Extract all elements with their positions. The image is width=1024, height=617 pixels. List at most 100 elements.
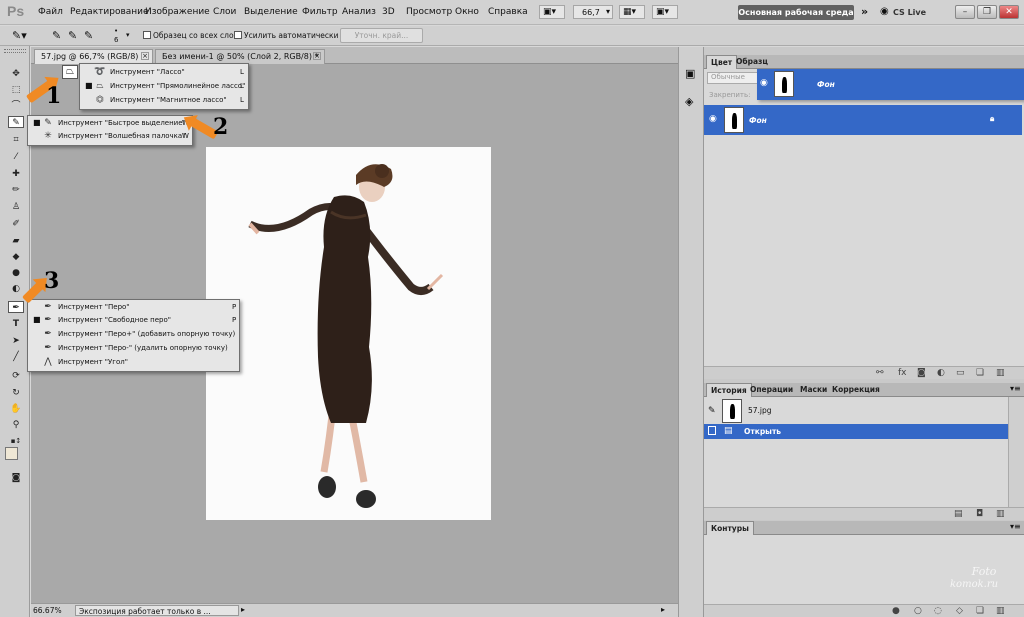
dodge-tool-icon[interactable]: ◐ xyxy=(9,283,23,295)
flyout-item-delete-anchor[interactable]: ✒ Инструмент "Перо-" (удалить опорную то… xyxy=(28,343,241,356)
eraser-tool-icon[interactable]: ▰ xyxy=(9,235,23,247)
history-brush-tool-icon[interactable]: ✐ xyxy=(9,218,23,230)
quick-selection-preset-icon[interactable]: ✎▾ xyxy=(12,29,27,42)
history-brush-source-icon[interactable]: ✎ xyxy=(708,406,716,416)
menu-window[interactable]: Окно xyxy=(455,7,479,17)
hand-tool-icon[interactable]: ✋ xyxy=(9,403,23,415)
panel-menu-icon[interactable]: ▾≡ xyxy=(1010,522,1021,531)
brush-size-chevron-icon[interactable]: ▾ xyxy=(126,31,130,39)
auto-enhance-checkbox[interactable] xyxy=(234,31,242,39)
3d-rotate-tool-icon[interactable]: ⟳ xyxy=(9,370,23,382)
layer-style-icon[interactable]: fx xyxy=(898,368,907,378)
brush-size-value[interactable]: 6 xyxy=(114,36,118,44)
type-tool-icon[interactable]: T xyxy=(9,318,23,330)
snapshot-name[interactable]: 57.jpg xyxy=(748,406,772,415)
tab-history[interactable]: История xyxy=(706,383,752,397)
layer-row-background[interactable]: ◉ Фон 🔒︎ xyxy=(704,105,1022,135)
menu-help[interactable]: Справка xyxy=(488,7,528,17)
menu-image[interactable]: Изображение xyxy=(145,7,210,17)
zoom-tool-icon[interactable]: ⚲ xyxy=(9,419,23,431)
minimize-button[interactable]: – xyxy=(955,5,975,19)
tab-adjustments[interactable]: Коррекция xyxy=(828,383,884,397)
flyout-item-freeform-pen[interactable]: ■ ✒ Инструмент "Свободное перо" P xyxy=(28,315,241,328)
tab-untitled-1[interactable]: Без имени-1 @ 50% (Слой 2, RGB/8) * × xyxy=(155,49,325,64)
menu-layers[interactable]: Слои xyxy=(213,7,236,17)
tab-actions[interactable]: Операции xyxy=(746,383,797,397)
flyout-item-add-anchor[interactable]: ✒ Инструмент "Перо+" (добавить опорную т… xyxy=(28,329,241,342)
tab-57-jpg[interactable]: 57.jpg @ 66,7% (RGB/8) × xyxy=(34,49,153,64)
view-extras-dropdown[interactable]: ▣▾ xyxy=(652,5,678,19)
line-tool-icon[interactable]: ╱ xyxy=(9,351,23,363)
blur-tool-icon[interactable]: ● xyxy=(9,267,23,279)
marquee-tool-icon[interactable]: ⬚ xyxy=(9,84,23,96)
eye-icon[interactable]: ◉ xyxy=(709,114,717,124)
menu-3d[interactable]: 3D xyxy=(382,7,395,17)
tab-paths[interactable]: Контуры xyxy=(706,521,754,535)
sample-all-layers-checkbox[interactable] xyxy=(143,31,151,39)
trash-icon[interactable]: ▥ xyxy=(996,509,1005,519)
history-scrollbar[interactable] xyxy=(1008,397,1024,507)
3d-orbit-tool-icon[interactable]: ↻ xyxy=(9,387,23,399)
group-icon[interactable]: ▭ xyxy=(956,368,965,378)
flyout-item-lasso[interactable]: ➰ Инструмент "Лассо" L xyxy=(80,67,250,80)
default-colors-icon[interactable]: ▪↕ xyxy=(9,435,23,447)
pen-tool-icon[interactable]: ✒ xyxy=(8,301,24,313)
arrange-documents-dropdown[interactable]: ▦▾ xyxy=(619,5,645,19)
tab-masks[interactable]: Маски xyxy=(796,383,831,397)
screen-mode-dropdown[interactable]: ▣▾ xyxy=(539,5,565,19)
new-selection-icon[interactable]: ✎ xyxy=(52,29,61,42)
eye-icon[interactable]: ◉ xyxy=(760,78,768,88)
new-path-icon[interactable]: ❏ xyxy=(976,606,984,616)
fill-path-icon[interactable]: ● xyxy=(892,606,900,616)
document-image[interactable] xyxy=(206,147,491,520)
healing-brush-tool-icon[interactable]: ✚ xyxy=(9,168,23,180)
tab-swatches[interactable]: Образц xyxy=(732,55,772,69)
menu-view[interactable]: Просмотр xyxy=(406,7,452,17)
link-layers-icon[interactable]: ⚯ xyxy=(876,368,884,378)
trash-icon[interactable]: ▥ xyxy=(996,606,1005,616)
expand-workspaces-icon[interactable]: » xyxy=(861,5,868,18)
zoom-level-dropdown[interactable]: 66,7 ▾ xyxy=(573,5,613,19)
flyout-item-polygonal-lasso[interactable]: ■ ⏢ Инструмент "Прямолинейное лассо" L xyxy=(80,81,250,94)
lasso-tool-icon[interactable]: ⌒ xyxy=(9,100,23,112)
dragged-layer-row[interactable]: ◉ Фон xyxy=(757,69,1024,100)
status-menu-arrow-icon[interactable]: ▸ xyxy=(241,605,245,614)
trash-icon[interactable]: ▥ xyxy=(996,368,1005,378)
flyout-item-convert-point[interactable]: ⋀ Инструмент "Угол" xyxy=(28,357,241,370)
toolbar-grip[interactable] xyxy=(4,49,26,53)
menu-file[interactable]: Файл xyxy=(38,7,63,17)
close-tab-icon[interactable]: × xyxy=(141,52,149,60)
scroll-right-icon[interactable]: ▸ xyxy=(661,605,665,614)
crop-tool-icon[interactable]: ⌗ xyxy=(9,134,23,146)
foreground-color-swatch[interactable] xyxy=(5,447,18,460)
make-work-path-icon[interactable]: ◇ xyxy=(956,606,963,616)
new-layer-icon[interactable]: ❏ xyxy=(976,368,984,378)
workspace-button[interactable]: Основная рабочая среда xyxy=(738,5,854,20)
paint-bucket-tool-icon[interactable]: ◆ xyxy=(9,251,23,263)
layer-mask-icon[interactable]: ◙ xyxy=(917,368,926,378)
adjustment-layer-icon[interactable]: ◐ xyxy=(937,368,945,378)
stroke-path-icon[interactable]: ○ xyxy=(914,606,922,616)
eyedropper-tool-icon[interactable]: ⁄ xyxy=(9,151,23,163)
close-button[interactable]: ✕ xyxy=(999,5,1019,19)
menu-analysis[interactable]: Анализ xyxy=(342,7,376,17)
menu-filter[interactable]: Фильтр xyxy=(302,7,338,17)
new-document-from-state-icon[interactable]: ▤ xyxy=(954,509,963,519)
3d-panel-icon[interactable]: ◈ xyxy=(685,95,693,108)
lasso-flyout-trigger-icon[interactable]: ⏢ xyxy=(62,65,78,79)
move-tool-icon[interactable]: ✥ xyxy=(9,68,23,80)
status-zoom[interactable]: 66.67% xyxy=(33,606,62,615)
quick-mask-icon[interactable]: ◙ xyxy=(9,472,23,484)
brush-tool-icon[interactable]: ✏ xyxy=(9,184,23,196)
navigator-panel-icon[interactable]: ▣ xyxy=(685,67,695,80)
quick-selection-tool-icon[interactable]: ✎ xyxy=(8,116,24,128)
flyout-item-magnetic-lasso[interactable]: ⏣ Инструмент "Магнитное лассо" L xyxy=(80,95,250,108)
flyout-item-pen[interactable]: ✒ Инструмент "Перо" P xyxy=(28,302,241,315)
clone-stamp-tool-icon[interactable]: ♙ xyxy=(9,201,23,213)
snapshot-icon[interactable]: ◘ xyxy=(976,509,983,519)
panel-menu-icon[interactable]: ▾≡ xyxy=(1010,384,1021,393)
load-selection-icon[interactable]: ◌ xyxy=(934,606,942,616)
subtract-selection-icon[interactable]: ✎ xyxy=(84,29,93,42)
history-step-row[interactable]: ▤ Открыть xyxy=(704,424,1008,439)
blend-mode-dropdown[interactable]: Обычные xyxy=(707,72,761,84)
